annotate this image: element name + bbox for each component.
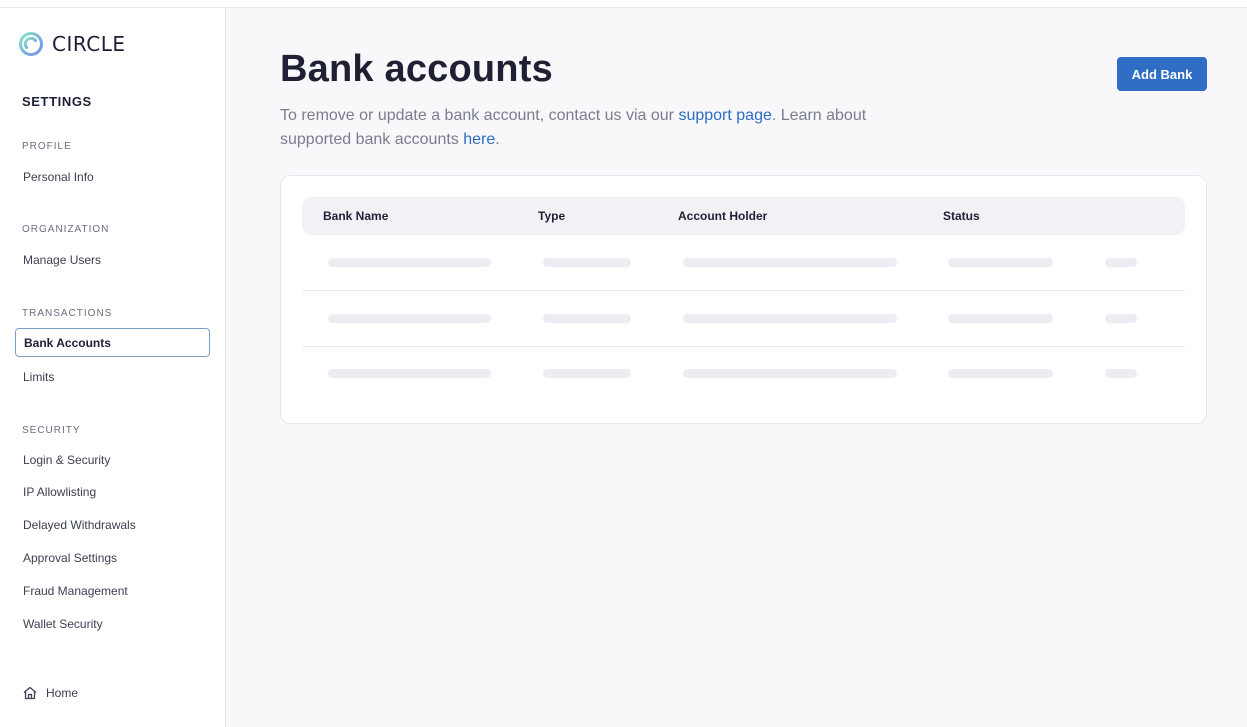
table-row bbox=[302, 235, 1185, 291]
skeleton-status bbox=[948, 314, 1053, 323]
top-bar bbox=[0, 0, 1247, 8]
sidebar-item-bank-accounts[interactable]: Bank Accounts bbox=[15, 328, 210, 357]
sidebar-item-manage-users[interactable]: Manage Users bbox=[15, 245, 210, 274]
main-content: Bank accounts To remove or update a bank… bbox=[226, 8, 1247, 727]
skeleton-action bbox=[1105, 314, 1137, 323]
table-row bbox=[302, 346, 1185, 402]
bank-accounts-table: Bank Name Type Account Holder Status bbox=[280, 175, 1207, 424]
sidebar: CIRCLE SETTINGS PROFILE Personal Info OR… bbox=[0, 8, 226, 727]
sidebar-item-fraud-management[interactable]: Fraud Management bbox=[15, 576, 210, 605]
home-label: Home bbox=[46, 686, 79, 700]
sidebar-item-approval-settings[interactable]: Approval Settings bbox=[15, 543, 210, 572]
skeleton-account-holder bbox=[683, 258, 897, 267]
circle-logo-icon bbox=[19, 32, 43, 56]
subtitle-text-1: To remove or update a bank account, cont… bbox=[280, 107, 679, 124]
skeleton-type bbox=[543, 369, 631, 378]
skeleton-type bbox=[543, 314, 631, 323]
sidebar-item-login-security[interactable]: Login & Security bbox=[15, 445, 210, 474]
brand-name: CIRCLE bbox=[52, 32, 126, 56]
skeleton-bank-name bbox=[328, 314, 491, 323]
sidebar-item-ip-allowlisting[interactable]: IP Allowlisting bbox=[15, 477, 210, 506]
skeleton-account-holder bbox=[683, 314, 897, 323]
sidebar-item-wallet-security[interactable]: Wallet Security bbox=[15, 609, 210, 638]
skeleton-action bbox=[1105, 258, 1137, 267]
support-page-link[interactable]: support page bbox=[678, 107, 771, 124]
column-header-type[interactable]: Type bbox=[538, 209, 565, 223]
table-row bbox=[302, 291, 1185, 347]
table-header: Bank Name Type Account Holder Status bbox=[302, 197, 1185, 235]
section-label-security: SECURITY bbox=[22, 425, 81, 436]
skeleton-bank-name bbox=[328, 369, 491, 378]
skeleton-action bbox=[1105, 369, 1137, 378]
column-header-status[interactable]: Status bbox=[943, 209, 980, 223]
supported-banks-link[interactable]: here bbox=[463, 131, 495, 148]
skeleton-type bbox=[543, 258, 631, 267]
home-link[interactable]: Home bbox=[22, 685, 78, 701]
home-icon bbox=[23, 686, 37, 700]
section-label-organization: ORGANIZATION bbox=[22, 224, 110, 235]
column-header-bank-name[interactable]: Bank Name bbox=[323, 209, 388, 223]
skeleton-status bbox=[948, 258, 1053, 267]
brand-logo[interactable]: CIRCLE bbox=[18, 30, 126, 58]
sidebar-item-delayed-withdrawals[interactable]: Delayed Withdrawals bbox=[15, 510, 210, 539]
page-subtitle: To remove or update a bank account, cont… bbox=[280, 104, 940, 152]
section-label-transactions: TRANSACTIONS bbox=[22, 308, 113, 319]
sidebar-item-limits[interactable]: Limits bbox=[15, 362, 210, 391]
skeleton-status bbox=[948, 369, 1053, 378]
section-label-profile: PROFILE bbox=[22, 141, 72, 152]
column-header-account-holder[interactable]: Account Holder bbox=[678, 209, 767, 223]
sidebar-item-personal-info[interactable]: Personal Info bbox=[15, 162, 210, 191]
page-title: Bank accounts bbox=[280, 48, 553, 90]
add-bank-button[interactable]: Add Bank bbox=[1117, 57, 1207, 91]
skeleton-account-holder bbox=[683, 369, 897, 378]
subtitle-text-3: . bbox=[495, 131, 500, 148]
skeleton-bank-name bbox=[328, 258, 491, 267]
sidebar-title: SETTINGS bbox=[22, 94, 92, 109]
